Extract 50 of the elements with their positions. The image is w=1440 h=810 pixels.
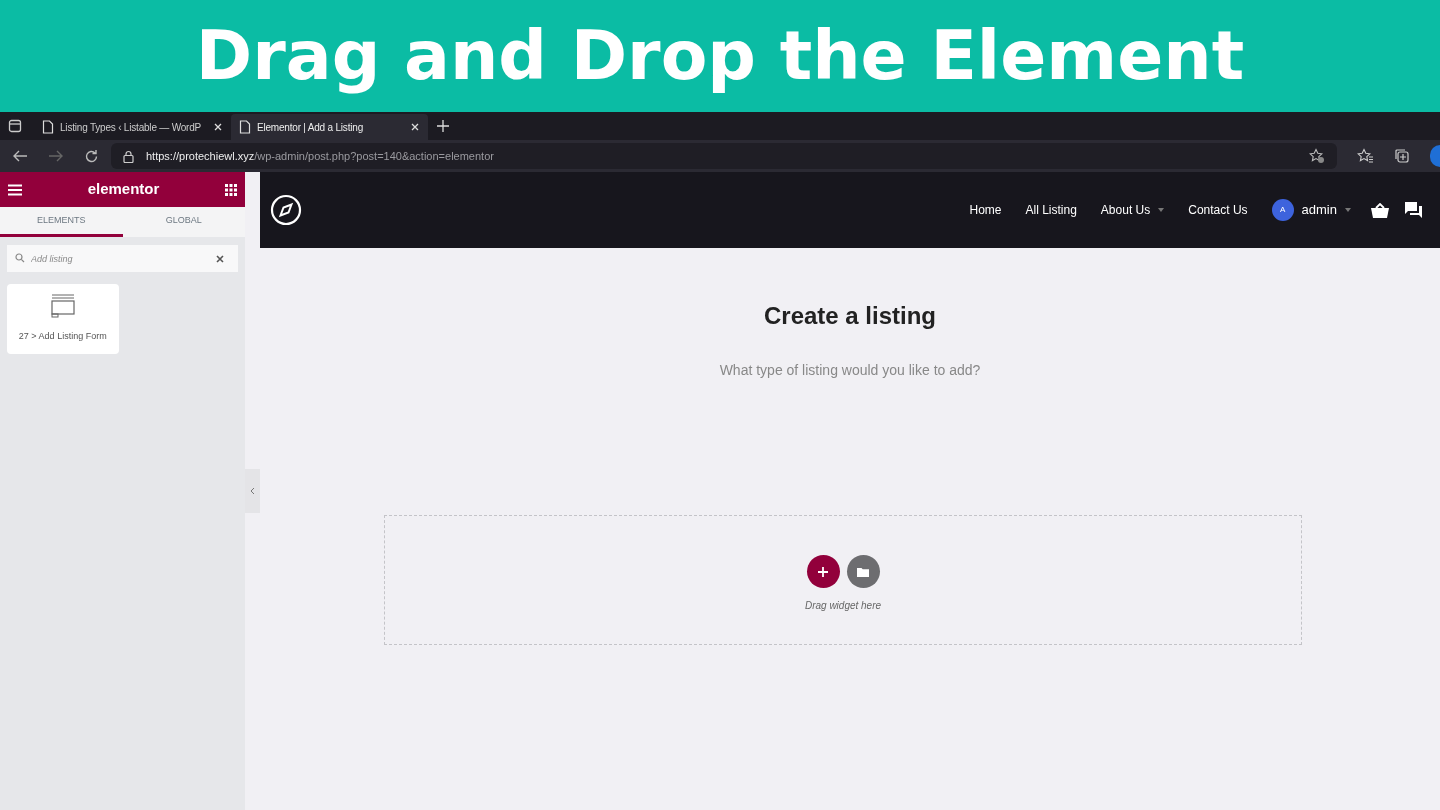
search-field[interactable]: Add listing: [7, 245, 238, 272]
nav-link[interactable]: All Listing: [1025, 201, 1077, 219]
grid-icon[interactable]: [225, 183, 237, 196]
collapse-handle[interactable]: [245, 469, 260, 513]
nav-link[interactable]: Home: [969, 201, 1002, 219]
browser-tab[interactable]: Listing Types ‹ Listable — WordP: [34, 114, 231, 140]
address-bar[interactable]: https://protechiewl.xyz/wp-admin/post.php?post=140&action=elementor: [111, 143, 1337, 169]
nav-link[interactable]: Contact Us: [1188, 201, 1248, 219]
panel-logo: elementor: [87, 179, 160, 200]
profile-avatar[interactable]: [1430, 145, 1440, 167]
lock-icon: [123, 149, 134, 163]
browser-tab[interactable]: Elementor | Add a Listing: [231, 114, 428, 140]
panel-tab[interactable]: ELEMENTS: [0, 207, 123, 237]
page-icon: [42, 120, 54, 134]
tab-actions-icon[interactable]: [8, 119, 22, 133]
url-text: https://protechiewl.xyz/wp-admin/post.php?post=140&action=elementor: [146, 148, 494, 164]
basket-icon[interactable]: [1371, 202, 1389, 218]
close-icon[interactable]: [213, 122, 223, 132]
forward-icon[interactable]: [48, 149, 64, 163]
user-avatar[interactable]: A: [1271, 199, 1294, 221]
compass-logo-icon[interactable]: [270, 194, 302, 226]
collections-icon[interactable]: [1394, 148, 1410, 164]
close-icon[interactable]: [410, 122, 420, 132]
widget-label: 27 > Add Listing Form: [18, 330, 107, 344]
form-icon: [50, 294, 75, 319]
drop-hint: Drag widget here: [804, 599, 882, 613]
favorite-add-icon[interactable]: [1309, 148, 1325, 164]
add-section-button[interactable]: [806, 555, 840, 588]
user-name[interactable]: admin: [1301, 200, 1337, 220]
page-icon: [239, 120, 251, 134]
tab-title: Listing Types ‹ Listable — WordP: [60, 120, 203, 135]
search-icon: [15, 253, 25, 263]
folder-icon: [857, 566, 869, 577]
caret-icon[interactable]: [1345, 208, 1351, 212]
clear-icon[interactable]: [216, 255, 224, 263]
plus-icon: [818, 566, 828, 577]
tab-title: Elementor | Add a Listing: [257, 120, 364, 135]
chat-icon[interactable]: [1405, 202, 1422, 218]
back-icon[interactable]: [12, 149, 28, 163]
page-subheading: What type of listing would you like to add?: [719, 361, 981, 380]
page-heading: Create a listing: [763, 301, 937, 331]
menu-icon[interactable]: [8, 183, 22, 196]
new-tab-icon[interactable]: [436, 119, 450, 133]
drop-zone[interactable]: Drag widget here: [384, 515, 1302, 645]
widget-tile[interactable]: 27 > Add Listing Form: [7, 284, 119, 354]
refresh-icon[interactable]: [84, 148, 99, 164]
nav-link[interactable]: About Us: [1100, 201, 1165, 219]
panel-tab[interactable]: GLOBAL: [122, 207, 245, 237]
template-button[interactable]: [846, 555, 880, 588]
favorites-icon[interactable]: [1357, 148, 1374, 164]
